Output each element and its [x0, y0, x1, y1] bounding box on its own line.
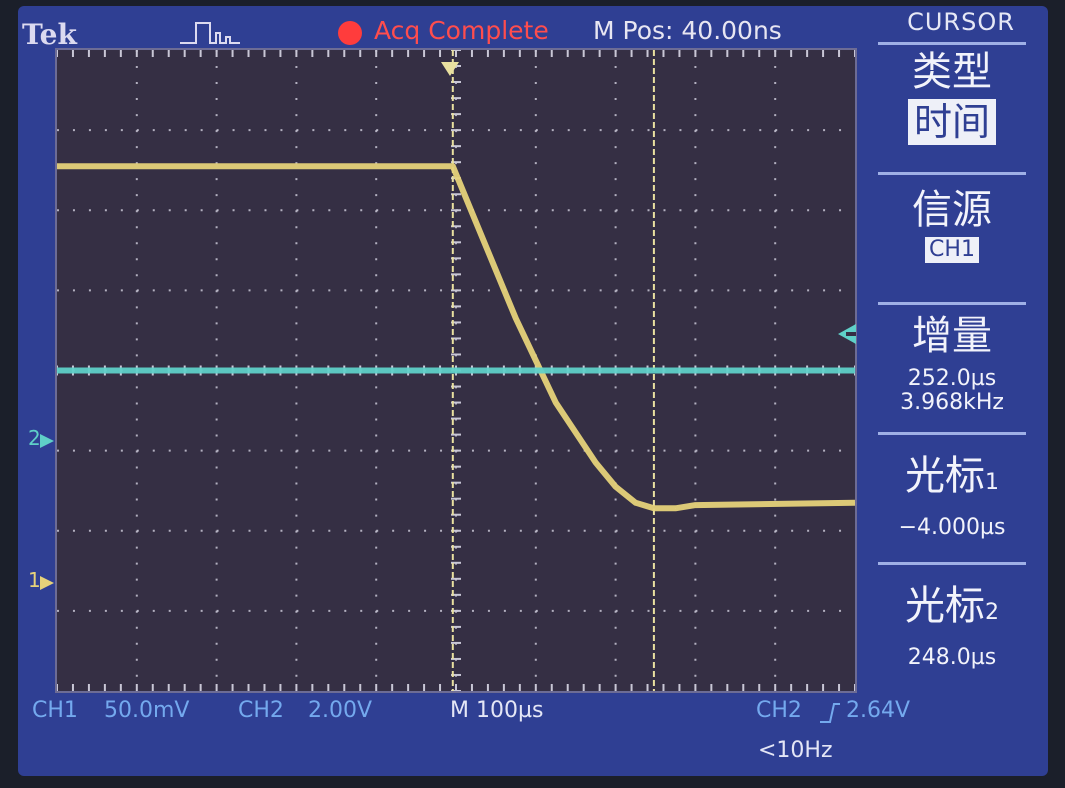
oscilloscope-screen: Tek Acq Complete M Pos: 40.00ns 2 1 CH1: [18, 6, 1048, 776]
cursor1-label: 光标1: [905, 453, 999, 499]
waveform-display: [55, 48, 857, 693]
ch2-label: CH2: [238, 698, 284, 723]
acquisition-status: Acq Complete: [374, 16, 549, 45]
ch1-label: CH1: [32, 698, 78, 723]
ch1-point: [653, 507, 655, 509]
cursor1-value: −4.000µs: [898, 515, 1006, 540]
ch1-scale: 50.0mV: [104, 698, 190, 723]
menu-type-button[interactable]: 类型 时间: [878, 42, 1026, 171]
ch1-ground-marker: 1: [28, 568, 41, 592]
ch1-point: [475, 221, 477, 223]
trigger-position-icon: [441, 62, 459, 82]
cursor2-label: 光标2: [905, 583, 999, 629]
trigger-source: CH2: [756, 698, 802, 723]
graticule-svg: [57, 50, 855, 691]
pulse-waveform-icon: [180, 20, 240, 50]
trigger-level-icon: [834, 324, 856, 348]
delta-time: 252.0µs: [907, 366, 997, 391]
ch1-point: [555, 402, 557, 404]
source-value: CH1: [925, 237, 979, 263]
ch1-point: [615, 486, 617, 488]
ch1-point: [694, 504, 696, 506]
menu-title: CURSOR: [907, 8, 1015, 36]
brand-logo: Tek: [22, 18, 77, 51]
ch1-point: [595, 462, 597, 464]
type-label: 类型: [912, 49, 992, 95]
cursor2-index: 2: [985, 600, 999, 625]
delta-frequency: 3.968kHz: [900, 390, 1004, 415]
menu-cursor1-button[interactable]: 光标1 −4.000µs: [878, 432, 1026, 561]
horizontal-position: M Pos: 40.00ns: [593, 16, 782, 45]
menu-delta-readout: 增量 252.0µs 3.968kHz: [878, 302, 1026, 431]
ch1-point: [515, 317, 517, 319]
type-value: 时间: [907, 99, 996, 145]
rising-edge-icon: [818, 702, 840, 728]
ch1-point: [635, 502, 637, 504]
trigger-frequency: <10Hz: [758, 738, 833, 763]
menu-source-button[interactable]: 信源 CH1: [878, 172, 1026, 301]
ch2-marker-arrow-icon: [40, 433, 54, 452]
ch1-marker-arrow-icon: [40, 575, 54, 594]
cursor2-value: 248.0µs: [907, 645, 997, 670]
ch1-trace: [57, 163, 855, 512]
menu-cursor2-button[interactable]: 光标2 248.0µs: [878, 562, 1026, 691]
ch1-point: [452, 165, 454, 167]
trigger-level: 2.64V: [846, 698, 911, 723]
delta-label: 增量: [912, 313, 992, 359]
acq-status-indicator: [338, 21, 362, 45]
timebase-readout: M 100µs: [450, 698, 544, 723]
cursor1-index: 1: [985, 470, 999, 495]
ch1-point: [674, 507, 676, 509]
ch2-ground-marker: 2: [28, 426, 41, 450]
source-label: 信源: [912, 187, 992, 233]
ch2-scale: 2.00V: [308, 698, 373, 723]
